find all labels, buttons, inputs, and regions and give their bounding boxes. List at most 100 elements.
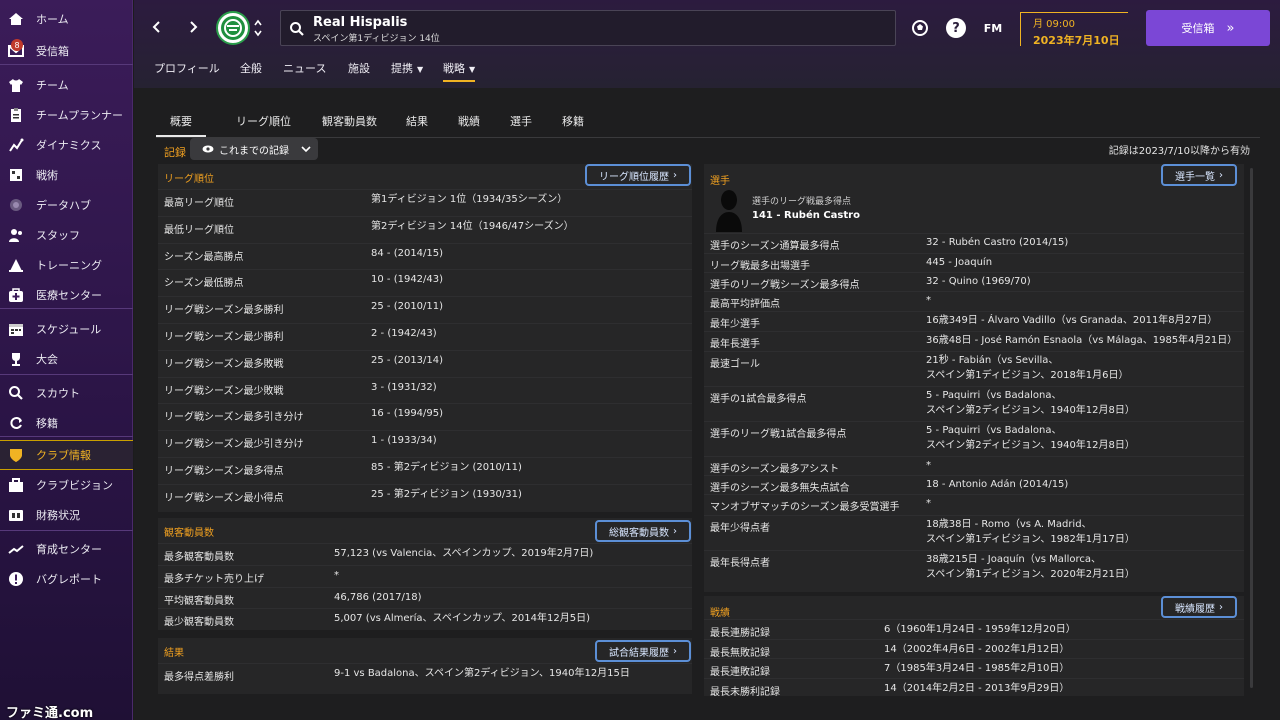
top-scorer-value[interactable]: 141 - Rubén Castro bbox=[752, 210, 860, 221]
sub-tab-6[interactable]: 移籍 bbox=[548, 113, 598, 137]
record-value[interactable]: 46,786 (2017/18) bbox=[334, 590, 422, 605]
record-value[interactable]: 21秒 - Fabián（vs Sevilla、 bbox=[926, 353, 1058, 368]
record-value[interactable]: スペイン第1ディビジョン、1982年1月17日） bbox=[926, 532, 1135, 547]
header-tab-0[interactable]: プロフィール bbox=[154, 60, 220, 82]
record-value[interactable]: 5 - Paquirri（vs Badalona、 bbox=[926, 388, 1061, 403]
record-value[interactable]: 2 - (1942/43) bbox=[371, 326, 437, 341]
sidebar-item-inbox[interactable]: 8 受信箱 bbox=[0, 36, 133, 66]
record-value[interactable]: 25 - (2010/11) bbox=[371, 299, 443, 314]
sidebar-item-medical[interactable]: 医療センター bbox=[0, 280, 133, 310]
sub-tab-1[interactable]: リーグ順位 bbox=[222, 113, 305, 137]
record-value[interactable]: 5 - Paquirri（vs Badalona、 bbox=[926, 423, 1061, 438]
sidebar-item-data-hub[interactable]: データハブ bbox=[0, 190, 133, 220]
record-label: リーグ戦シーズン最多得点 bbox=[164, 466, 284, 477]
record-value[interactable]: 32 - Quino (1969/70) bbox=[926, 274, 1031, 289]
record-value[interactable]: 16 - (1994/95) bbox=[371, 406, 443, 421]
record-value[interactable]: * bbox=[334, 568, 339, 583]
record-value[interactable]: スペイン第1ディビジョン、2018年1月6日） bbox=[926, 368, 1129, 383]
record-value[interactable]: 1 - (1933/34) bbox=[371, 433, 437, 448]
record-value[interactable]: 18 - Antonio Adán (2014/15) bbox=[926, 477, 1068, 492]
record-value[interactable]: * bbox=[926, 293, 931, 308]
record-value[interactable]: 25 - (2013/14) bbox=[371, 353, 443, 368]
sidebar-item-tactics[interactable]: 戦術 bbox=[0, 160, 133, 190]
dynamics-icon bbox=[8, 137, 24, 153]
help-button[interactable]: ? bbox=[946, 18, 966, 38]
social-button[interactable] bbox=[910, 18, 930, 38]
record-value[interactable]: 10 - (1942/43) bbox=[371, 272, 443, 287]
record-value[interactable]: 32 - Rubén Castro (2014/15) bbox=[926, 235, 1068, 250]
sub-tab-3[interactable]: 結果 bbox=[392, 113, 442, 137]
continue-inbox-button[interactable]: 受信箱 » bbox=[1146, 10, 1270, 46]
sidebar-item-shield[interactable]: クラブ情報 bbox=[0, 440, 133, 470]
record-value[interactable]: 6（1960年1月24日 - 1959年12月20日） bbox=[884, 622, 1076, 637]
form-history-button[interactable]: 戦績履歴 › bbox=[1161, 596, 1237, 618]
player-records-title: 選手 bbox=[710, 176, 730, 187]
record-value[interactable]: * bbox=[926, 496, 931, 511]
page-scrollbar[interactable] bbox=[1250, 168, 1253, 688]
sub-tab-label: リーグ順位 bbox=[236, 115, 291, 128]
results-history-button[interactable]: 試合結果履歴 › bbox=[595, 640, 691, 662]
record-value[interactable]: 36歳48日 - José Ramón Esnaola（vs Málaga、19… bbox=[926, 333, 1237, 348]
total-attendance-button[interactable]: 総観客動員数 › bbox=[595, 520, 691, 542]
record-value[interactable]: 16歳349日 - Álvaro Vadillo（vs Granada、2011… bbox=[926, 313, 1217, 328]
sidebar-item-dynamics[interactable]: ダイナミクス bbox=[0, 130, 133, 160]
sidebar-item-briefcase[interactable]: クラブビジョン bbox=[0, 470, 133, 500]
club-crest[interactable] bbox=[216, 11, 250, 45]
record-value[interactable]: 445 - Joaquín bbox=[926, 255, 992, 270]
record-value[interactable]: スペイン第2ディビジョン、1940年12月8日） bbox=[926, 403, 1135, 418]
header-tab-4[interactable]: 提携 ▼ bbox=[391, 60, 423, 82]
header-tab-2[interactable]: ニュース bbox=[283, 60, 326, 82]
club-switch-button[interactable] bbox=[252, 14, 264, 42]
chevron-right-icon: › bbox=[673, 169, 677, 181]
record-value[interactable]: 57,123 (vs Valencia、スペインカップ、2019年2月7日) bbox=[334, 546, 593, 561]
record-label: 最長未勝利記録 bbox=[710, 686, 780, 698]
forward-button[interactable] bbox=[182, 16, 204, 38]
club-division: スペイン第1ディビジョン 14位 bbox=[313, 34, 440, 44]
record-value[interactable]: 7（1985年3月24日 - 1985年2月10日） bbox=[884, 661, 1069, 676]
trophy-icon bbox=[8, 351, 24, 367]
record-value[interactable]: * bbox=[926, 458, 931, 473]
record-value[interactable]: スペイン第1ディビジョン、2020年2月21日） bbox=[926, 567, 1135, 582]
sidebar-item-search[interactable]: スカウト bbox=[0, 378, 133, 408]
sidebar-item-home[interactable]: ホーム bbox=[0, 4, 133, 34]
sidebar-item-clipboard[interactable]: チームプランナー bbox=[0, 100, 133, 130]
fm-menu-button[interactable]: FM bbox=[980, 18, 1006, 38]
sidebar-item-bug-report[interactable]: バグレポート bbox=[0, 564, 133, 594]
sub-tab-0[interactable]: 概要 bbox=[156, 113, 206, 137]
header-tab-5[interactable]: 戦略 ▼ bbox=[443, 60, 476, 82]
record-value[interactable]: 85 - 第2ディビジョン (2010/11) bbox=[371, 460, 522, 475]
sub-tab-2[interactable]: 観客動員数 bbox=[308, 113, 391, 137]
back-button[interactable] bbox=[146, 16, 168, 38]
record-value[interactable]: 38歳215日 - Joaquín（vs Mallorca、 bbox=[926, 552, 1101, 567]
row-divider bbox=[704, 331, 1244, 332]
player-list-button[interactable]: 選手一覧 › bbox=[1161, 164, 1237, 186]
record-value[interactable]: 14（2002年4月6日 - 2002年1月12日） bbox=[884, 642, 1069, 657]
league-history-button[interactable]: リーグ順位履歴 › bbox=[585, 164, 691, 186]
record-value[interactable]: 25 - 第2ディビジョン (1930/31) bbox=[371, 487, 522, 502]
record-value[interactable]: 84 - (2014/15) bbox=[371, 246, 443, 261]
sub-tab-5[interactable]: 選手 bbox=[496, 113, 546, 137]
records-filter-dropdown[interactable]: これまでの記録 bbox=[190, 138, 318, 160]
record-value[interactable]: 第1ディビジョン 1位（1934/35シーズン） bbox=[371, 192, 567, 207]
record-value[interactable]: スペイン第2ディビジョン、1940年12月8日） bbox=[926, 438, 1135, 453]
record-value[interactable]: 5,007 (vs Almería、スペインカップ、2014年12月5日) bbox=[334, 611, 590, 626]
sidebar-item-youth[interactable]: 育成センター bbox=[0, 534, 133, 564]
sidebar-item-training[interactable]: トレーニング bbox=[0, 250, 133, 280]
sidebar-item-trophy[interactable]: 大会 bbox=[0, 344, 133, 374]
record-row: 最長未勝利記録 14（2014年2月2日 - 2013年9月29日） bbox=[710, 683, 1238, 699]
sidebar-item-transfer[interactable]: 移籍 bbox=[0, 408, 133, 438]
search-bar[interactable]: Real Hispalis スペイン第1ディビジョン 14位 bbox=[280, 10, 896, 46]
sidebar-item-calendar[interactable]: スケジュール bbox=[0, 314, 133, 344]
header-tab-3[interactable]: 施設 bbox=[348, 60, 370, 82]
record-value[interactable]: 18歳38日 - Romo（vs A. Madrid、 bbox=[926, 517, 1092, 532]
sidebar-item-finance[interactable]: 財務状況 bbox=[0, 500, 133, 530]
sidebar-item-shirt[interactable]: チーム bbox=[0, 70, 133, 100]
record-value[interactable]: 第2ディビジョン 14位（1946/47シーズン） bbox=[371, 219, 574, 234]
sub-tab-4[interactable]: 戦績 bbox=[444, 113, 494, 137]
record-value[interactable]: 3 - (1931/32) bbox=[371, 380, 437, 395]
header-tab-1[interactable]: 全般 bbox=[240, 60, 262, 82]
sidebar-item-staff[interactable]: スタッフ bbox=[0, 220, 133, 250]
date-display[interactable]: 月 09:00 2023年7月10日 bbox=[1020, 12, 1128, 47]
record-value[interactable]: 14（2014年2月2日 - 2013年9月29日） bbox=[884, 681, 1069, 696]
record-value[interactable]: 9-1 vs Badalona、スペイン第2ディビジョン、1940年12月15日 bbox=[334, 666, 630, 681]
